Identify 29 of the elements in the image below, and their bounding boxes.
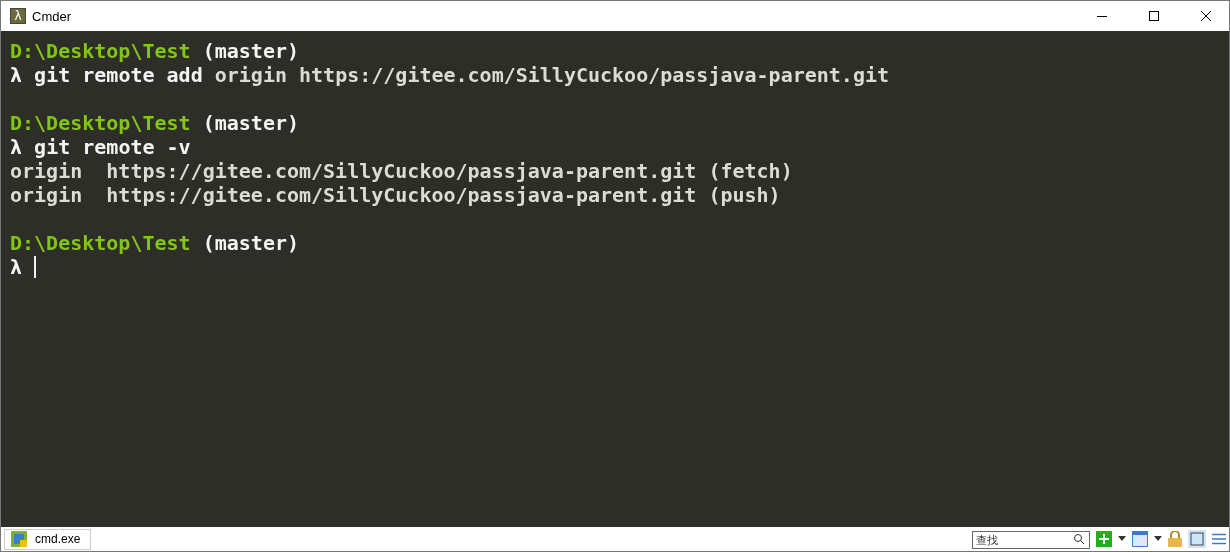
branch-name: (master): [202, 231, 299, 255]
branch-name: (master): [202, 111, 299, 135]
prompt-path: D:\Desktop\Test: [10, 111, 191, 135]
menu-icon[interactable]: [1212, 533, 1226, 545]
output-line: origin https://gitee.com/SillyCuckoo/passjava-parent.git (fetch): [10, 159, 793, 183]
new-console-button[interactable]: [1096, 531, 1112, 547]
dropdown-icon[interactable]: [1118, 536, 1126, 542]
console-icon: [11, 531, 27, 547]
prompt-path: D:\Desktop\Test: [10, 39, 191, 63]
output-line: origin https://gitee.com/SillyCuckoo/passjava-parent.git (push): [10, 183, 781, 207]
search-icon: [1073, 533, 1085, 545]
command-argument: origin https://gitee.com/SillyCuckoo/passjava-parent.git: [214, 63, 889, 87]
branch-name: (master): [202, 39, 299, 63]
dropdown-icon[interactable]: [1154, 536, 1162, 542]
close-icon: [1201, 11, 1211, 21]
app-icon: λ: [10, 8, 26, 24]
maximize-icon: [1149, 11, 1159, 21]
console-tab[interactable]: cmd.exe: [4, 528, 92, 550]
prompt-symbol: λ: [10, 135, 23, 159]
window-title: Cmder: [32, 8, 72, 24]
command-text: git remote add: [34, 63, 203, 87]
search-field[interactable]: 查找: [972, 531, 1090, 549]
split-view-button[interactable]: [1188, 530, 1206, 548]
lock-icon[interactable]: [1168, 531, 1182, 547]
prompt-path: D:\Desktop\Test: [10, 231, 191, 255]
prompt-symbol: λ: [10, 63, 23, 87]
window-button[interactable]: [1132, 531, 1148, 547]
command-text: git remote -v: [34, 135, 191, 159]
prompt-symbol: λ: [10, 255, 23, 279]
